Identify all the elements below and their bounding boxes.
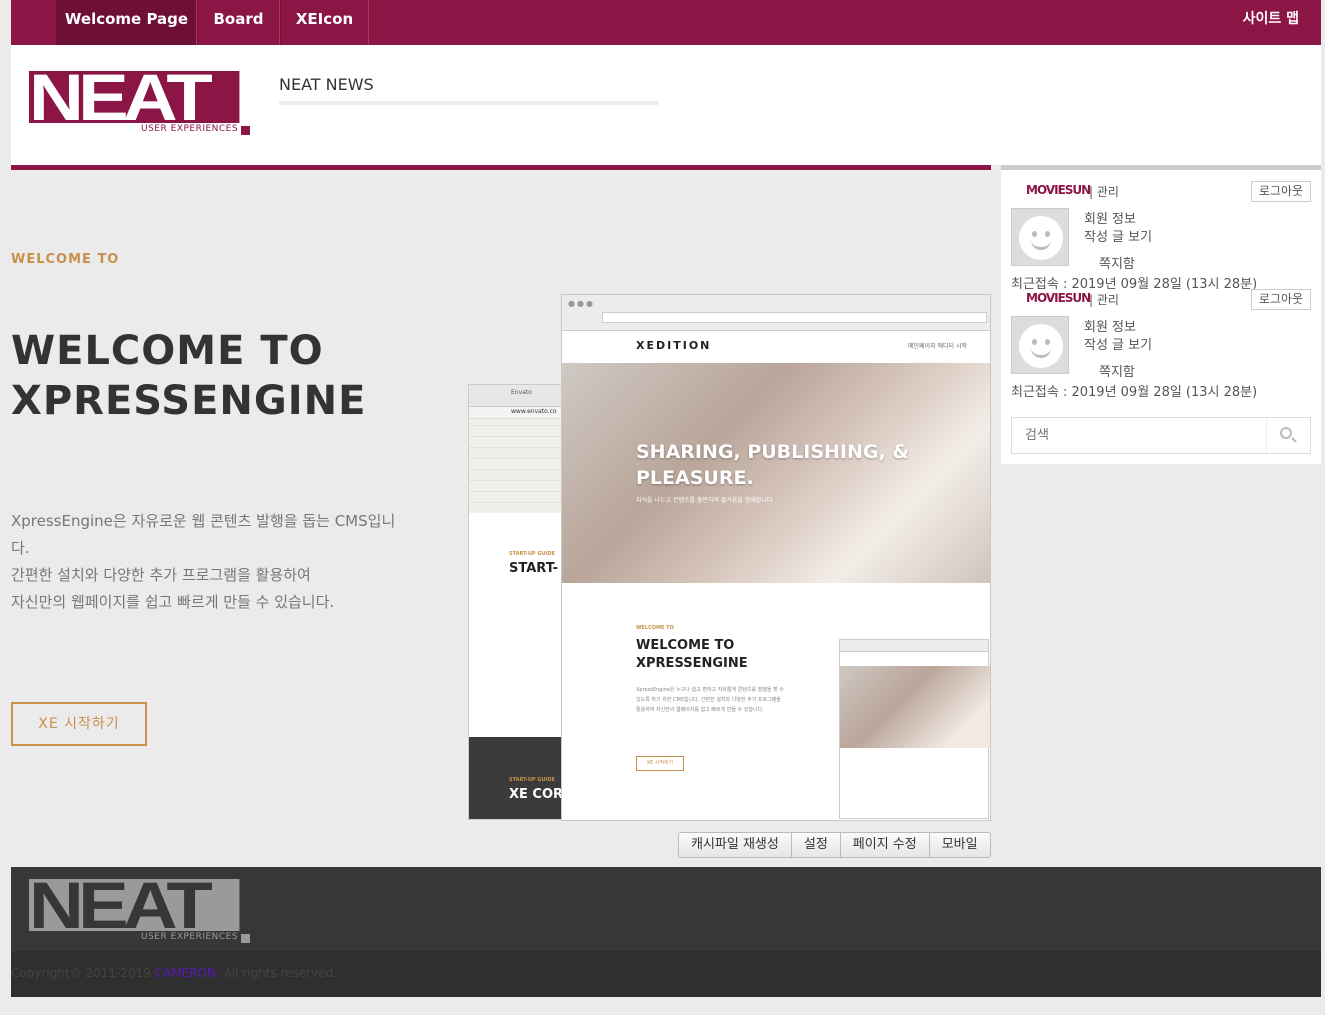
my-posts-link[interactable]: 작성 글 보기 — [1084, 334, 1152, 353]
hero-description-line: 간편한 설치와 다양한 추가 프로그램을 활용하여 — [11, 566, 311, 584]
user-nickname[interactable]: MOVIESUN — [1026, 183, 1091, 197]
xe-start-button[interactable]: XE 시작하기 — [11, 702, 147, 746]
nav-item-welcome-page[interactable]: Welcome Page — [56, 0, 197, 45]
smiley-face-icon — [1019, 216, 1063, 260]
mockup-browser-chrome: ●●● — [562, 295, 990, 331]
avatar — [1011, 316, 1069, 374]
site-footer: NEAT USER EXPERIENCES Copyright© 2011-20… — [11, 867, 1321, 997]
admin-toolbar: 캐시파일 재생성 설정 페이지 수정 모바일 — [678, 832, 991, 858]
user-nickname[interactable]: MOVIESUN — [1026, 291, 1091, 305]
copyright-bar: Copyright© 2011-2019 CAMERON. All rights… — [11, 951, 1321, 997]
footer-logo-wordmark: NEAT — [29, 872, 240, 938]
hero-description-line: XpressEngine은 자유로운 웹 콘텐츠 발행을 돕는 CMS입니다. — [11, 512, 396, 557]
mobile-button[interactable]: 모바일 — [930, 833, 990, 857]
sidebar: MOVIESUN | 관리 로그아웃 회원 정보 작성 글 보기 쪽지함 최근접… — [1001, 170, 1321, 464]
copyright-prefix: Copyright© 2011-2019 — [11, 966, 155, 980]
last-login-text: 최근접속 : 2019년 09월 28일 (13시 28분) — [1011, 385, 1258, 400]
mockup-menu: 메인페이지 에디터 시작 — [908, 343, 968, 350]
regenerate-cache-button[interactable]: 캐시파일 재생성 — [679, 833, 792, 857]
nav-item-board[interactable]: Board — [197, 0, 280, 45]
hero-kicker: WELCOME TO — [11, 252, 120, 267]
member-info-link[interactable]: 회원 정보 — [1084, 316, 1136, 335]
footer-logo[interactable]: NEAT USER EXPERIENCES — [29, 872, 250, 943]
mockup-back-dark-guide: START-UP GUIDE — [509, 777, 555, 783]
mockup-hero-photo: SHARING, PUBLISHING, & PLEASURE. 지식을 나누고… — [562, 363, 990, 583]
mockup-welcome-text: XpressEngine은 누구나 쉽고 편하고 자유롭게 콘텐츠를 발행을 할… — [636, 687, 784, 713]
search-input[interactable] — [1012, 418, 1266, 453]
news-ticker-bar — [279, 101, 659, 105]
nav-item-xeicon[interactable]: XEIcon — [280, 0, 369, 45]
footer-logo-tagline: USER EXPERIENCES — [141, 932, 239, 942]
mockup-front-browser: ●●● XEDITION 메인페이지 에디터 시작 SHARING, PUBLI… — [561, 294, 991, 821]
copyright-suffix: . All rights reserved. — [215, 966, 338, 980]
mockup-slide-subtitle: 지식을 나누고 컨텐츠를 출판하며 즐거움을 함께합니다 — [636, 497, 773, 504]
logo-wordmark: NEAT — [29, 64, 240, 130]
copyright-brand-link[interactable]: CAMERON — [155, 966, 216, 980]
mockup-mini-browser — [839, 639, 990, 819]
mockup-brick-image — [469, 419, 567, 513]
settings-button[interactable]: 설정 — [792, 833, 841, 857]
sitemap-link[interactable]: 사이트 맵 — [1243, 8, 1299, 28]
hero-title: WELCOME TO XPRESSENGINE — [11, 328, 367, 424]
site-logo[interactable]: NEAT USER EXPERIENCES — [29, 64, 250, 135]
search-box — [1011, 417, 1311, 454]
mockup-back-browser: Envato www.envato.co START-UP GUIDE STAR… — [468, 384, 568, 820]
admin-link[interactable]: | 관리 — [1089, 291, 1119, 308]
messages-link[interactable]: 쪽지함 — [1099, 253, 1135, 272]
mockup-welcome-kicker: WELCOME TO — [636, 625, 674, 631]
login-widget: MOVIESUN | 관리 로그아웃 회원 정보 작성 글 보기 쪽지함 최근접… — [1001, 170, 1321, 292]
news-title: NEAT NEWS — [279, 75, 374, 94]
logo-square-mark — [241, 126, 250, 135]
messages-link[interactable]: 쪽지함 — [1099, 361, 1135, 380]
mockup-back-urlbar: www.envato.co — [469, 407, 567, 419]
mockup-back-dark-section: START-UP GUIDE XE COR — [469, 737, 567, 819]
member-info-link[interactable]: 회원 정보 — [1084, 208, 1136, 227]
mockup-mini-photo — [840, 666, 990, 748]
avatar — [1011, 208, 1069, 266]
admin-link[interactable]: | 관리 — [1089, 183, 1119, 200]
logout-button[interactable]: 로그아웃 — [1251, 181, 1311, 202]
window-dots-icon: ●●● — [568, 299, 595, 308]
mockup-back-url: www.envato.co — [511, 408, 557, 415]
mockup-url-bar — [602, 312, 987, 323]
mockup-back-title: START- — [509, 561, 559, 576]
top-navigation: Welcome Page Board XEIcon 사이트 맵 — [11, 0, 1321, 45]
mockup-slide-title: SHARING, PUBLISHING, & PLEASURE. — [636, 441, 909, 489]
login-widget: MOVIESUN | 관리 로그아웃 회원 정보 작성 글 보기 쪽지함 최근접… — [1001, 278, 1321, 400]
site-header: NEAT USER EXPERIENCES NEAT NEWS — [11, 45, 1321, 170]
logout-button[interactable]: 로그아웃 — [1251, 289, 1311, 310]
mockup-back-tab: Envato — [511, 389, 532, 396]
search-button[interactable] — [1266, 418, 1310, 453]
mockup-back-dark-title: XE COR — [509, 787, 564, 802]
edit-page-button[interactable]: 페이지 수정 — [841, 833, 930, 857]
logo-tagline: USER EXPERIENCES — [141, 124, 239, 134]
copyright-text: Copyright© 2011-2019 CAMERON. All rights… — [11, 966, 337, 980]
hero-description-line: 자신만의 웹페이지를 쉽고 빠르게 만들 수 있습니다. — [11, 593, 335, 611]
smiley-face-icon — [1019, 324, 1063, 368]
mockup-welcome-button: XE 시작하기 — [636, 756, 684, 771]
mockup-mini-chrome — [840, 640, 988, 652]
my-posts-link[interactable]: 작성 글 보기 — [1084, 226, 1152, 245]
hero-description: XpressEngine은 자유로운 웹 콘텐츠 발행을 돕는 CMS입니다. … — [11, 508, 411, 616]
header-accent-line — [11, 165, 991, 170]
mockup-brand: XEDITION — [636, 339, 712, 352]
mockup-back-toolbar: Envato — [469, 385, 567, 407]
mockup-welcome-title: WELCOME TO XPRESSENGINE — [636, 638, 748, 671]
footer-logo-square-mark — [241, 934, 250, 943]
mockup-back-guide: START-UP GUIDE — [509, 551, 555, 557]
